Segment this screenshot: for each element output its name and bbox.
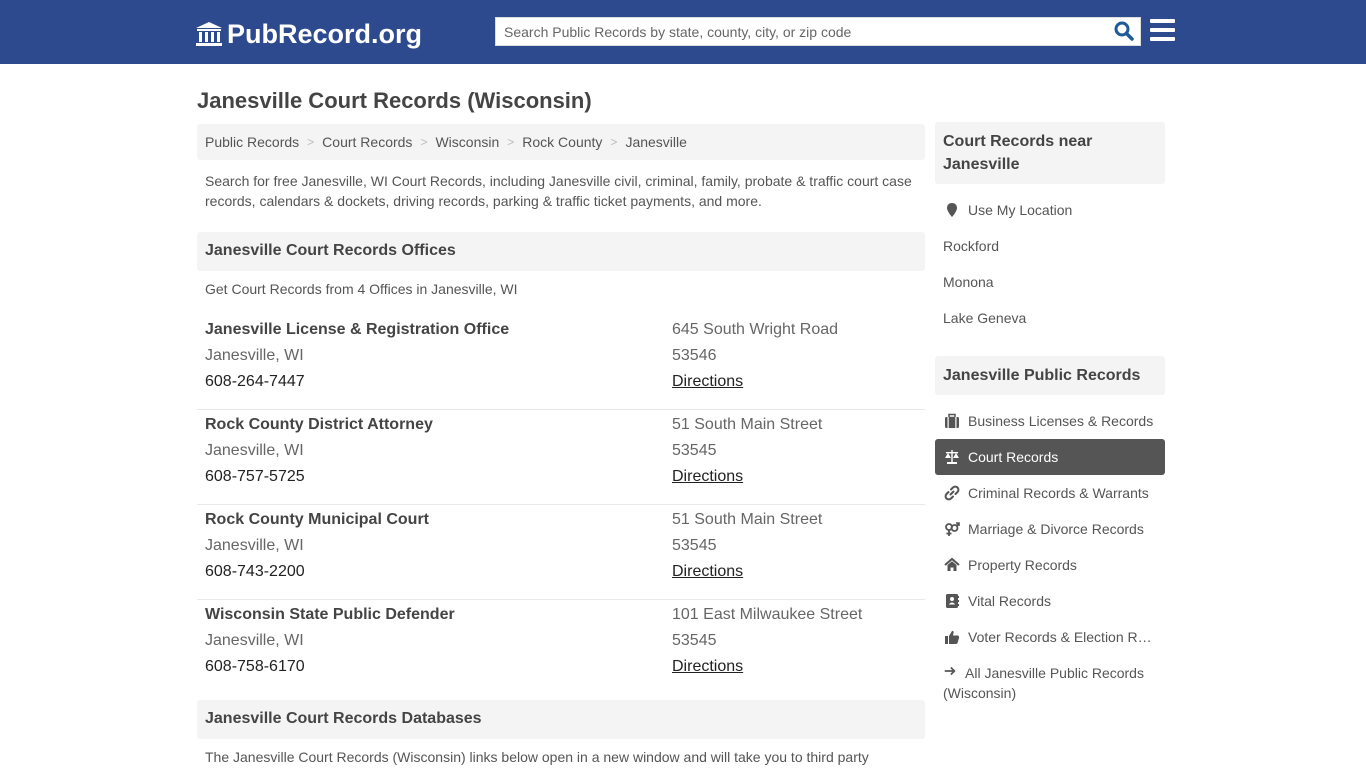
sidebar-item-property-records[interactable]: Property Records — [935, 547, 1165, 583]
breadcrumb-separator: > — [307, 135, 315, 149]
office-zip: 53545 — [672, 442, 717, 459]
address-book-icon — [943, 593, 960, 609]
search-icon — [1114, 21, 1134, 41]
office-city: Janesville, WI — [205, 632, 304, 649]
office-item: Wisconsin State Public Defender Janesvil… — [197, 600, 925, 695]
databases-text: The Janesville Court Records (Wisconsin)… — [205, 749, 869, 765]
intro-text: Search for free Janesville, WI Court Rec… — [205, 173, 912, 209]
link-icon — [943, 485, 960, 501]
directions-link[interactable]: Directions — [672, 563, 743, 581]
office-item: Rock County District Attorney Janesville… — [197, 410, 925, 505]
home-icon — [943, 557, 960, 573]
directions-link[interactable]: Directions — [672, 373, 743, 391]
office-phone: 608-758-6170 — [205, 658, 305, 675]
courthouse-icon — [196, 22, 222, 46]
office-zip: 53546 — [672, 347, 717, 364]
sidebar-item-court-records[interactable]: Court Records — [935, 439, 1165, 475]
nearby-city-link[interactable]: Monona — [935, 264, 1165, 300]
sidebar-item-marriage-divorce[interactable]: Marriage & Divorce Records — [935, 511, 1165, 547]
databases-heading: Janesville Court Records Databases — [197, 700, 925, 739]
breadcrumb-separator: > — [610, 135, 618, 149]
all-public-records-label: All Janesville Public Records (Wisconsin… — [943, 665, 1144, 701]
directions-link[interactable]: Directions — [672, 468, 743, 486]
sidebar-item-business-licenses[interactable]: Business Licenses & Records — [935, 403, 1165, 439]
sidebar-item-criminal-records[interactable]: Criminal Records & Warrants — [935, 475, 1165, 511]
sidebar-item-vital-records[interactable]: Vital Records — [935, 583, 1165, 619]
map-marker-icon — [943, 202, 960, 218]
site-header: PubRecord.org — [0, 0, 1366, 64]
nearby-heading: Court Records near Janesville — [935, 122, 1165, 184]
office-name: Rock County District Attorney — [205, 416, 433, 433]
breadcrumb-public-records[interactable]: Public Records — [205, 134, 299, 150]
breadcrumb-wisconsin[interactable]: Wisconsin — [435, 134, 499, 150]
office-phone: 608-743-2200 — [205, 563, 305, 580]
office-zip: 53545 — [672, 632, 717, 649]
office-address: 51 South Main Street — [672, 416, 823, 433]
public-records-heading: Janesville Public Records — [935, 356, 1165, 395]
all-public-records-link[interactable]: All Janesville Public Records (Wisconsin… — [943, 663, 1158, 703]
gender-icon — [943, 521, 960, 537]
offices-subtext: Get Court Records from 4 Offices in Jane… — [205, 281, 518, 297]
breadcrumb-rock-county[interactable]: Rock County — [522, 134, 602, 150]
logo-text: PubRecord.org — [227, 18, 423, 49]
breadcrumb-janesville[interactable]: Janesville — [625, 134, 686, 150]
page-title: Janesville Court Records (Wisconsin) — [197, 88, 592, 113]
search-button[interactable] — [1112, 21, 1136, 43]
hamburger-menu-icon[interactable] — [1150, 19, 1176, 43]
search-bar — [495, 17, 1141, 46]
breadcrumb-court-records[interactable]: Court Records — [322, 134, 412, 150]
office-name: Wisconsin State Public Defender — [205, 606, 455, 623]
office-address: 645 South Wright Road — [672, 321, 839, 338]
office-city: Janesville, WI — [205, 537, 304, 554]
breadcrumb-separator: > — [420, 135, 428, 149]
site-logo[interactable]: PubRecord.org — [195, 17, 422, 51]
breadcrumb-separator: > — [507, 135, 515, 149]
use-my-location-link[interactable]: Use My Location — [935, 192, 1165, 228]
office-city: Janesville, WI — [205, 442, 304, 459]
offices-heading: Janesville Court Records Offices — [197, 232, 925, 271]
office-city: Janesville, WI — [205, 347, 304, 364]
breadcrumb: Public Records > Court Records > Wiscons… — [197, 124, 925, 160]
office-address: 101 East Milwaukee Street — [672, 606, 863, 623]
office-phone: 608-757-5725 — [205, 468, 305, 485]
search-input[interactable] — [496, 18, 1106, 45]
directions-link[interactable]: Directions — [672, 658, 743, 676]
scales-icon — [943, 449, 960, 465]
office-phone: 608-264-7447 — [205, 373, 305, 390]
briefcase-icon — [943, 413, 960, 429]
thumbs-up-icon — [943, 629, 960, 645]
office-item: Rock County Municipal Court Janesville, … — [197, 505, 925, 600]
office-zip: 53545 — [672, 537, 717, 554]
sidebar-item-voter-records[interactable]: Voter Records & Election Results — [935, 619, 1165, 655]
office-item: Janesville License & Registration Office… — [197, 315, 925, 410]
nearby-city-link[interactable]: Lake Geneva — [935, 300, 1165, 336]
office-address: 51 South Main Street — [672, 511, 823, 528]
nearby-city-link[interactable]: Rockford — [935, 228, 1165, 264]
office-name: Rock County Municipal Court — [205, 511, 429, 528]
arrow-right-icon — [943, 663, 959, 683]
office-name: Janesville License & Registration Office — [205, 321, 510, 338]
use-my-location-label: Use My Location — [968, 202, 1073, 218]
